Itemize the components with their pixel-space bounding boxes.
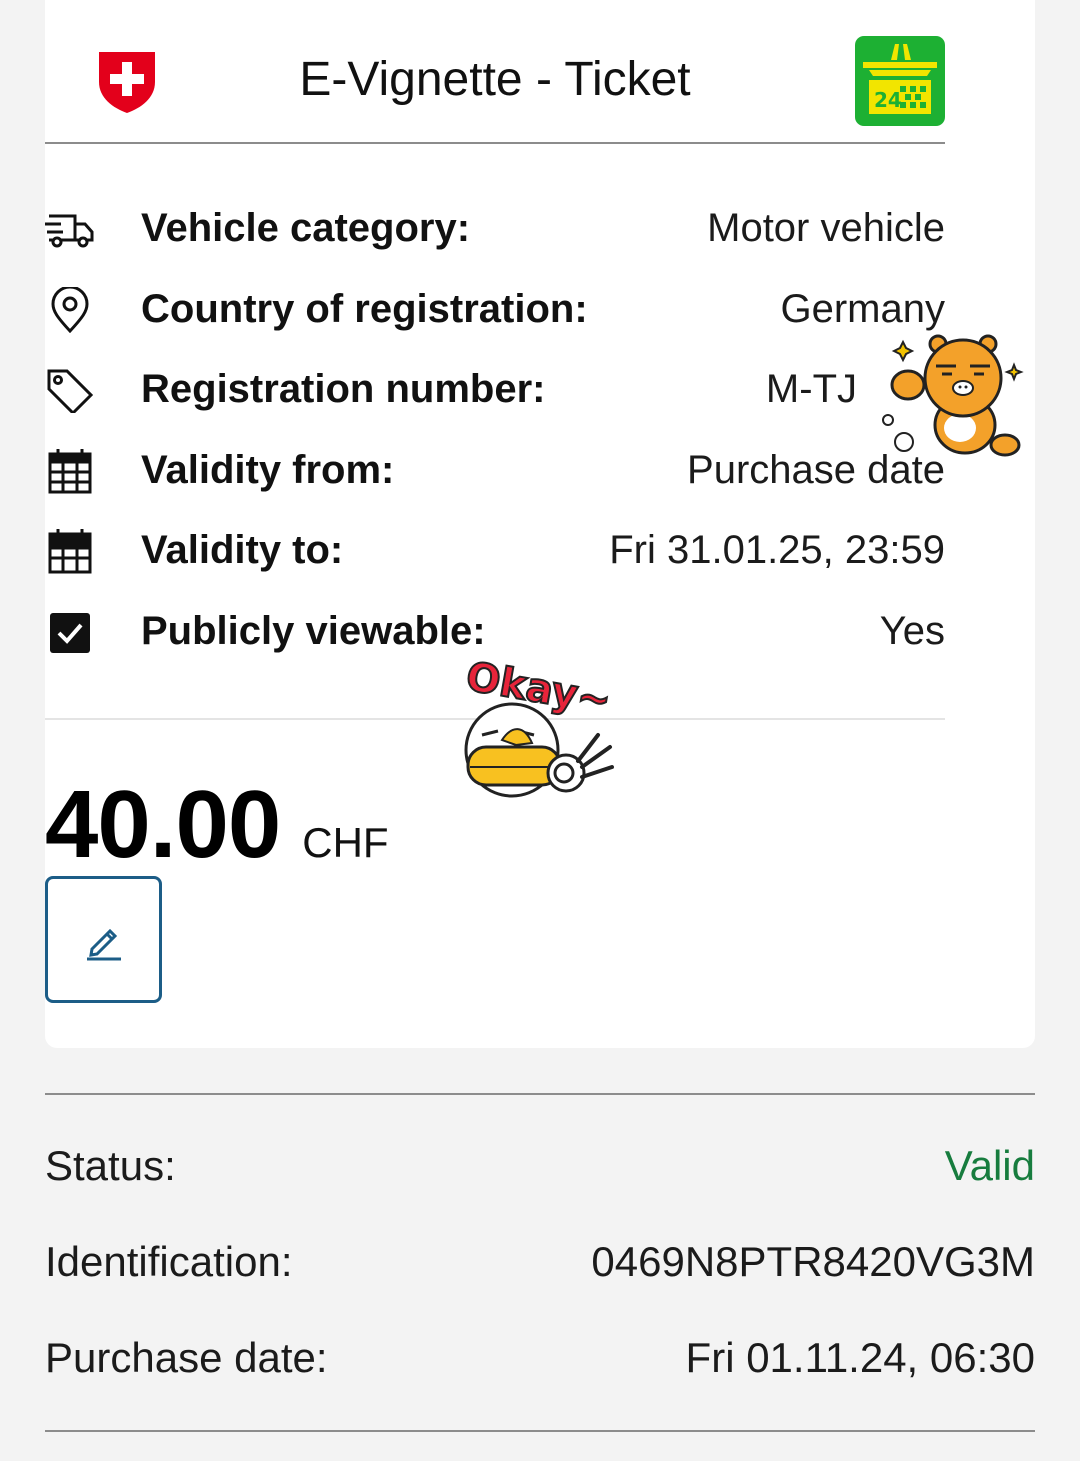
logo-number: 24 (874, 88, 902, 112)
identification-label: Identification: (45, 1238, 293, 1285)
detail-row-country: Country of registration: Germany (45, 269, 945, 350)
detail-value: Germany (780, 286, 946, 331)
location-pin-icon (51, 286, 89, 333)
detail-row-registration-number: Registration number: M-TJ (45, 349, 945, 430)
purchase-date-value: Fri 01.11.24, 06:30 (685, 1334, 1035, 1381)
detail-label: Validity to: (141, 528, 344, 573)
calendar-filled-icon (48, 529, 92, 574)
price-amount: 40.00 (45, 771, 281, 878)
purchase-date-label: Purchase date: (45, 1334, 328, 1381)
price-currency: CHF (302, 819, 389, 866)
status-row: Status: Valid (45, 1142, 1035, 1202)
bear-sticker (882, 334, 1024, 457)
detail-label: Publicly viewable: (141, 608, 486, 653)
info-bottom-divider (45, 1430, 1035, 1432)
purchase-date-row: Purchase date: Fri 01.11.24, 06:30 (45, 1334, 1035, 1394)
checkbox-checked-icon (50, 612, 90, 653)
price: 40.00 CHF (45, 770, 389, 880)
page-title: E-Vignette - Ticket (299, 53, 691, 106)
detail-row-vehicle-category: Vehicle category: Motor vehicle (45, 188, 945, 269)
detail-value: Yes (879, 608, 945, 653)
detail-label: Country of registration: (141, 286, 588, 331)
okay-duck-sticker: Okay~ (462, 655, 615, 798)
detail-label: Vehicle category: (141, 206, 471, 250)
e-vignette-logo: 24 (855, 36, 945, 126)
status-value: Valid (944, 1142, 1035, 1189)
detail-label: Validity from: (141, 447, 395, 492)
truck-icon (45, 214, 94, 248)
identification-value: 0469N8PTR8420VG3M (591, 1238, 1035, 1285)
detail-value: Motor vehicle (707, 206, 945, 250)
detail-label: Registration number: (141, 367, 546, 412)
tag-icon (47, 369, 94, 414)
detail-value: M-TJ (765, 367, 857, 412)
calendar-icon (48, 448, 92, 494)
ticket-header: E-Vignette - Ticket 24 (45, 36, 945, 144)
detail-value: Fri 31.01.25, 23:59 (609, 528, 945, 573)
detail-row-validity-to: Validity to: Fri 31.01.25, 23:59 (45, 510, 945, 591)
detail-row-validity-from: Validity from: Purchase date (45, 430, 945, 511)
identification-row: Identification: 0469N8PTR8420VG3M (45, 1238, 1035, 1298)
ticket-details: Vehicle category: Motor vehicle Country … (45, 188, 945, 672)
info-top-divider (45, 1093, 1035, 1095)
pencil-icon (87, 928, 121, 961)
edit-button[interactable] (45, 876, 162, 1003)
status-label: Status: (45, 1142, 176, 1189)
